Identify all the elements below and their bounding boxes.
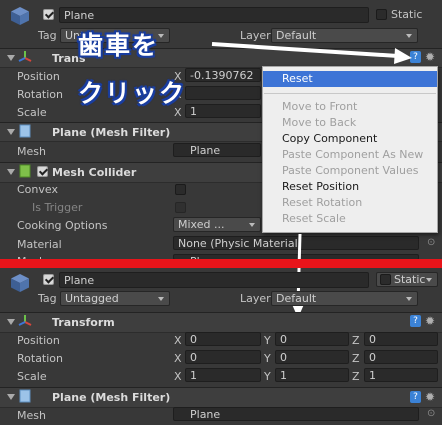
mesh-filter-icon [19,124,31,138]
gear-icon[interactable]: ✹ [425,391,435,403]
static-label: Static [394,273,426,286]
layer-label: Layer [240,29,271,42]
position-x-field[interactable]: 0 [185,332,261,346]
scale-y-field[interactable]: 1 [275,368,349,382]
is-trigger-checkbox[interactable] [175,202,186,213]
rotation-label: Rotation [17,352,64,365]
help-book-icon[interactable]: ? [410,391,421,403]
scale-x-field[interactable]: 1 [185,368,261,382]
cooking-options-dropdown[interactable]: Mixed ... [173,217,261,232]
rotation-label: Rotation [17,88,64,101]
menu-item-reset-position[interactable]: Reset Position [263,179,437,195]
menu-separator [264,93,436,94]
gameobject-cube-icon [11,7,29,25]
menu-item-paste-as-new[interactable]: Paste Component As New [263,147,437,163]
mesh-collider-icon [19,164,31,178]
static-checkbox[interactable] [376,9,387,20]
rotation-z-field[interactable]: 0 [364,350,438,364]
menu-item-reset-scale[interactable]: Reset Scale [263,211,437,227]
position-y-field[interactable]: 0 [275,332,349,346]
position-label: Position [17,70,60,83]
mesh-filter-icon [19,389,31,403]
layer-label: Layer [240,292,271,305]
is-trigger-label: Is Trigger [32,201,83,214]
scale-z-field[interactable]: 1 [364,368,438,382]
fold-arrow-icon[interactable] [7,55,15,61]
x-axis-label: X [174,370,182,383]
gear-icon[interactable]: ✹ [425,51,435,63]
menu-item-copy-component[interactable]: Copy Component [263,131,437,147]
transform-axis-icon [18,315,32,326]
gear-icon[interactable]: ✹ [425,315,435,327]
target-circle-icon[interactable]: ⊙ [427,237,435,248]
z-axis-label: Z [352,334,360,347]
mesh-label: Mesh [17,409,46,422]
fold-arrow-icon[interactable] [7,169,15,175]
menu-item-reset-rotation[interactable]: Reset Rotation [263,195,437,211]
mesh-field[interactable]: Plane [173,143,261,157]
tag-dropdown[interactable]: Untagged [60,291,170,306]
transform-title: Transform [52,316,115,329]
gameobject-cube-icon [11,274,29,292]
rotation-x-field[interactable] [185,86,261,100]
divider-bar [0,259,442,268]
tag-label: Tag [38,292,57,305]
object-name-field[interactable]: Plane [59,7,369,23]
mesh-filter-title: Plane (Mesh Filter) [52,126,171,139]
scale-label: Scale [17,106,47,119]
annotation-line1: 歯車を [78,31,160,60]
rotation-y-field[interactable]: 0 [275,350,349,364]
mesh-label: Mesh [17,145,46,158]
menu-item-paste-values[interactable]: Paste Component Values [263,163,437,179]
fold-arrow-icon[interactable] [7,319,15,325]
collider-enabled-checkbox[interactable] [37,166,48,177]
x-axis-label: X [174,334,182,347]
position-z-field[interactable]: 0 [364,332,438,346]
scale-x-field[interactable]: 1 [185,104,261,118]
rotation-x-field[interactable]: 0 [185,350,261,364]
transform-axis-icon [18,51,32,62]
fold-arrow-icon[interactable] [7,129,15,135]
position-label: Position [17,334,60,347]
menu-item-move-to-front[interactable]: Move to Front [263,99,437,115]
help-book-icon[interactable]: ? [410,315,421,327]
convex-checkbox[interactable] [175,184,186,195]
mesh-field[interactable]: Plane [173,407,419,421]
mesh-collider-title: Mesh Collider [52,166,137,179]
layer-dropdown[interactable]: Default [271,28,418,43]
static-checkbox[interactable] [380,274,391,285]
material-field[interactable]: None (Physic Material) [173,236,419,250]
fold-arrow-icon[interactable] [7,394,15,400]
help-book-icon[interactable]: ? [410,51,421,63]
y-axis-label: Y [264,370,271,383]
object-name-field[interactable]: Plane [59,272,369,288]
scale-label: Scale [17,370,47,383]
menu-item-move-to-back[interactable]: Move to Back [263,115,437,131]
position-x-field[interactable]: -0.1390762 [185,68,261,82]
menu-item-reset[interactable]: Reset [263,71,437,87]
active-checkbox[interactable] [43,274,54,285]
active-checkbox[interactable] [43,9,54,20]
y-axis-label: Y [264,334,271,347]
mesh-filter-title: Plane (Mesh Filter) [52,391,171,404]
y-axis-label: Y [264,352,271,365]
x-axis-label: X [174,352,182,365]
annotation-line2: クリック [78,79,187,108]
z-axis-label: Z [352,352,360,365]
component-context-menu: Reset Move to Front Move to Back Copy Co… [262,66,438,233]
tag-label: Tag [38,29,57,42]
convex-label: Convex [17,183,58,196]
layer-dropdown[interactable]: Default [271,291,418,306]
static-label: Static [391,8,423,21]
material-label: Material [17,238,62,251]
z-axis-label: Z [352,370,360,383]
target-circle-icon[interactable]: ⊙ [427,408,435,419]
cooking-options-label: Cooking Options [17,219,108,232]
